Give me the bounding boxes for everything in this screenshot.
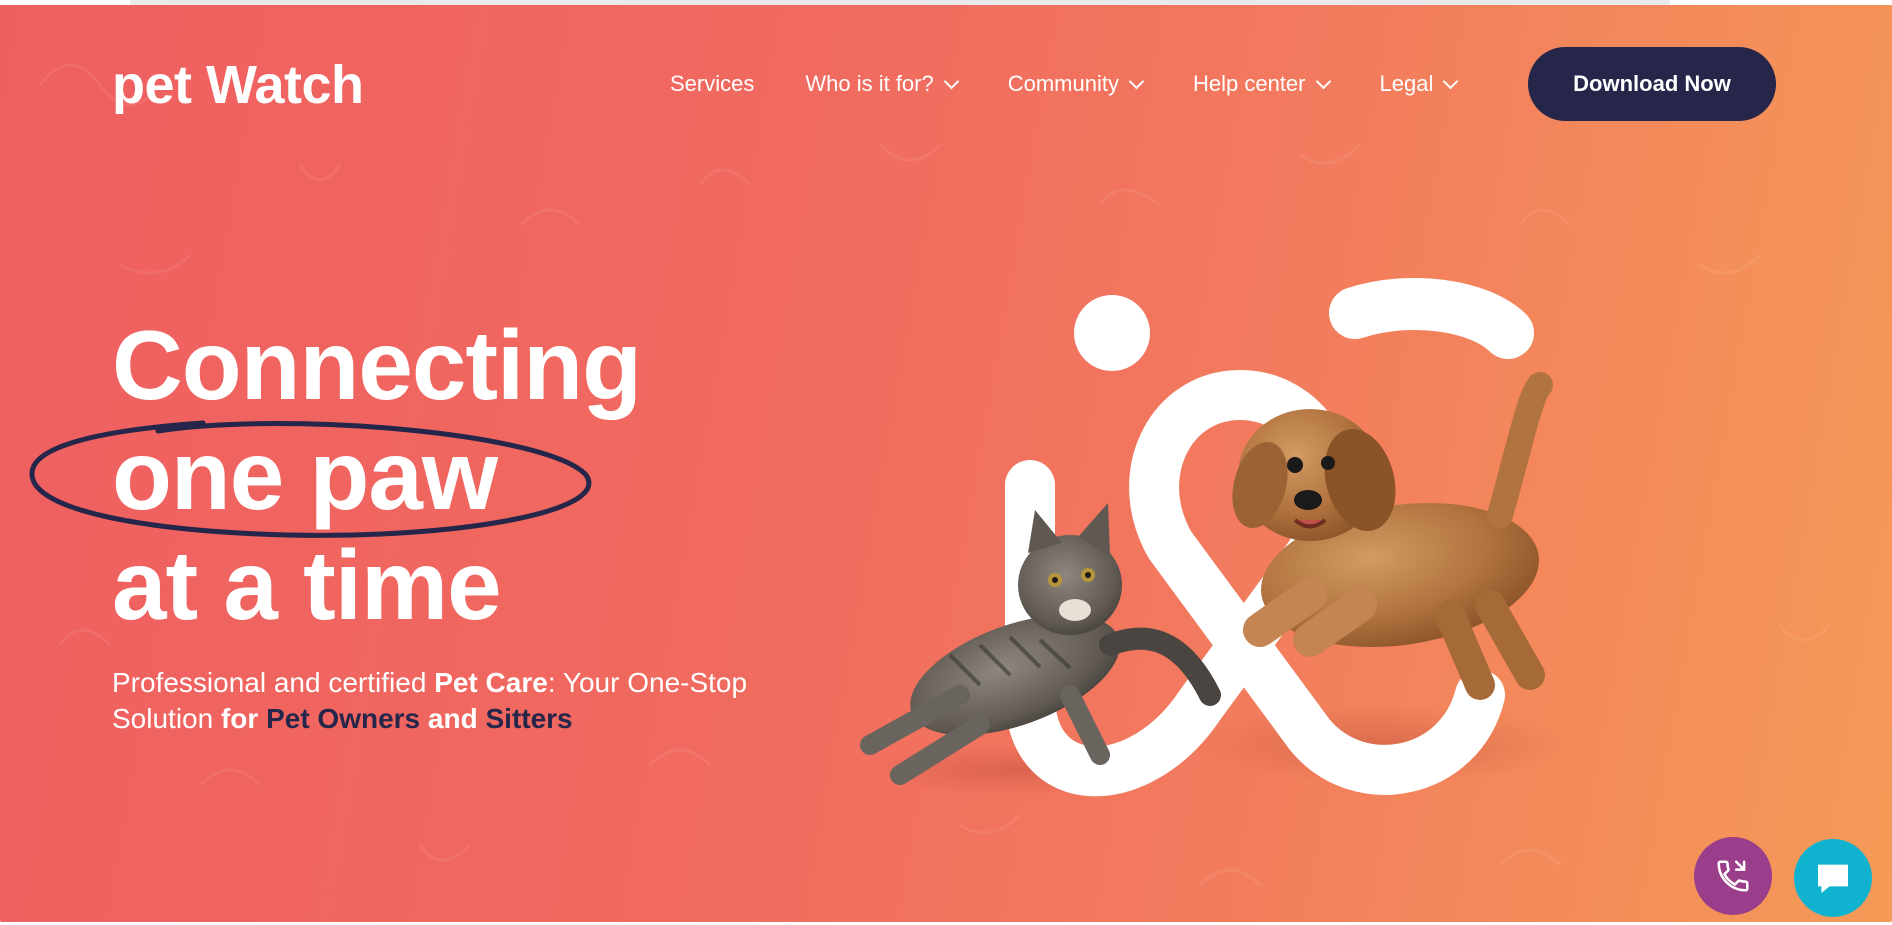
chevron-down-icon [943, 73, 960, 89]
chat-button[interactable] [1794, 839, 1872, 917]
subtitle-sitters: Sitters [485, 703, 573, 734]
logo-arc-right [1329, 278, 1534, 359]
nav-help-center[interactable]: Help center [1192, 71, 1331, 97]
hero-headline: Connecting one paw at a time [112, 310, 642, 640]
subtitle-pet-care: Pet Care [434, 667, 548, 698]
subtitle-for: for [220, 703, 259, 734]
nav-community[interactable]: Community [1007, 71, 1145, 97]
main-nav: Services Who is it for? Community Help c… [670, 71, 1507, 97]
petwatch-logo[interactable]: pet Watch [112, 53, 364, 117]
hero-subtitle: Professional and certified Pet Care: You… [112, 665, 812, 737]
call-button[interactable] [1694, 837, 1772, 915]
dog-image [1232, 372, 1553, 700]
headline-line-1: Connecting [112, 310, 642, 420]
subtitle-pet-owners: Pet Owners [266, 703, 421, 734]
nav-community-label: Community [1007, 71, 1119, 96]
nav-legal-label: Legal [1379, 71, 1434, 96]
subtitle-text-1: Professional and certified [112, 667, 435, 698]
download-now-button[interactable]: Download Now [1528, 47, 1776, 121]
chevron-down-icon [1128, 73, 1145, 89]
nav-help-center-label: Help center [1192, 71, 1306, 96]
chat-icon [1818, 864, 1848, 893]
headline-line-3: at a time [112, 530, 502, 640]
hero-section: pet Watch Services Who is it for? Commun… [0, 5, 1892, 922]
nav-who-is-it-for[interactable]: Who is it for? [805, 71, 960, 97]
phone-icon [1717, 860, 1749, 892]
nav-services-label: Services [670, 71, 755, 96]
chevron-down-icon [1315, 73, 1331, 89]
chevron-down-icon [1443, 73, 1459, 89]
hero-illustration [860, 278, 1570, 797]
nav-legal[interactable]: Legal [1379, 71, 1459, 97]
logo-dot-left [1074, 295, 1150, 371]
nav-who-is-it-for-label: Who is it for? [805, 71, 934, 96]
nav-services[interactable]: Services [670, 71, 754, 97]
subtitle-and: and [427, 703, 478, 734]
headline-line-2: one paw [112, 420, 498, 530]
